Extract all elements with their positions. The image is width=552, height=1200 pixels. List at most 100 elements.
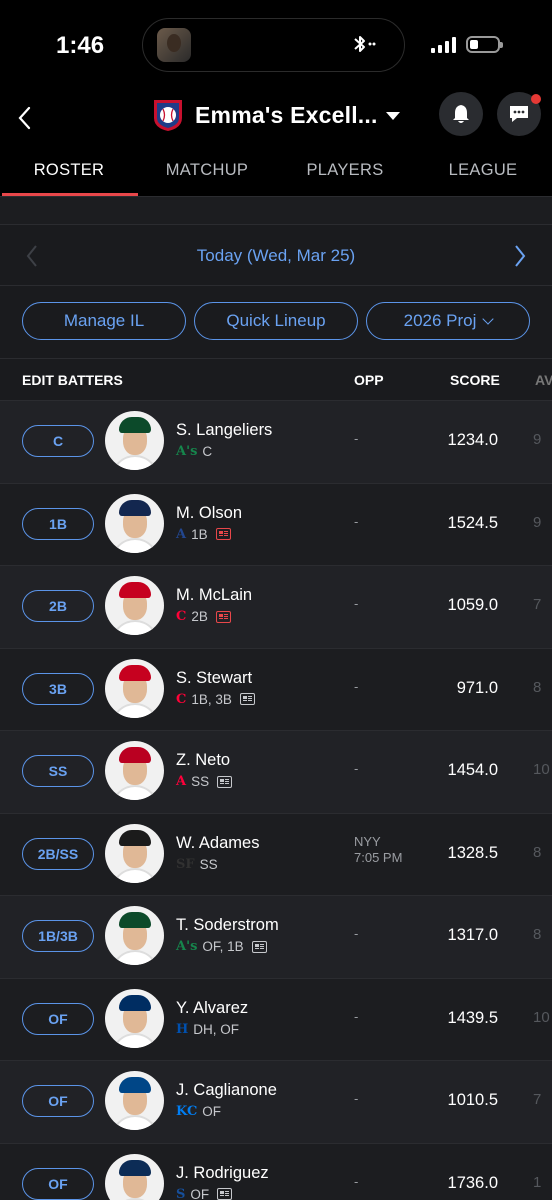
lineup-slot-button[interactable]: C bbox=[22, 425, 94, 457]
lineup-slot-button[interactable]: 1B/3B bbox=[22, 920, 94, 952]
news-icon[interactable] bbox=[217, 775, 233, 788]
player-avg: 1 bbox=[533, 1173, 542, 1191]
tab-league[interactable]: LEAGUE bbox=[414, 152, 552, 196]
opponent-info: - bbox=[354, 926, 358, 942]
table-row[interactable]: SS Z. Neto A SS - 1454.0 10 bbox=[0, 730, 552, 813]
player-avg: 10 bbox=[533, 1008, 550, 1026]
column-header-avg[interactable]: AV bbox=[535, 372, 552, 388]
player-meta: C 2B bbox=[176, 609, 231, 624]
projection-label: 2026 Proj bbox=[403, 311, 477, 330]
team-logo-icon: C bbox=[176, 691, 187, 707]
next-day-chevron-icon[interactable] bbox=[512, 244, 528, 268]
back-chevron-icon[interactable] bbox=[14, 104, 36, 132]
lineup-slot-button[interactable]: OF bbox=[22, 1085, 94, 1117]
opponent-line-1: - bbox=[354, 431, 359, 446]
current-date-label[interactable]: Today (Wed, Mar 25) bbox=[0, 246, 552, 266]
news-icon[interactable] bbox=[215, 610, 231, 623]
quick-lineup-label: Quick Lineup bbox=[226, 311, 326, 330]
table-row[interactable]: 1B M. Olson A 1B -1524.5 9 bbox=[0, 482, 552, 565]
table-row[interactable]: OF J. Rodriguez S OF - 1736.0 1 bbox=[0, 1142, 552, 1200]
table-header: EDIT BATTERS OPP SCORE AV bbox=[0, 358, 552, 400]
table-row[interactable]: 2B/SS W. Adames SF SS NYY 7:05 PM 1328.5 8 bbox=[0, 812, 552, 895]
player-meta: A SS bbox=[176, 774, 233, 789]
player-positions: 2B bbox=[191, 609, 208, 624]
status-time: 1:46 bbox=[56, 32, 105, 59]
cellular-signal-icon bbox=[431, 36, 456, 53]
player-score: 1524.5 bbox=[447, 513, 498, 532]
team-name[interactable]: Emma's Excell... bbox=[195, 102, 378, 129]
news-icon[interactable] bbox=[239, 693, 255, 705]
messages-button[interactable] bbox=[497, 92, 541, 136]
table-row[interactable]: 2B M. McLain C 2B - 1059.0 7 bbox=[0, 565, 552, 648]
opponent-line-1: - bbox=[354, 678, 359, 694]
opponent-info: - bbox=[354, 1009, 358, 1025]
player-avatar[interactable] bbox=[105, 741, 164, 800]
player-avatar[interactable] bbox=[105, 658, 164, 718]
player-avg: 7 bbox=[533, 1091, 542, 1108]
table-row[interactable]: 1B/3B T. Soderstrom A's OF, 1B - 1317.0 8 bbox=[0, 895, 552, 978]
player-name[interactable]: J. Caglianone bbox=[176, 1081, 277, 1100]
quick-lineup-button[interactable]: Quick Lineup bbox=[194, 302, 358, 340]
lineup-slot-button[interactable]: 1B bbox=[22, 507, 94, 540]
player-avatar[interactable] bbox=[105, 1071, 164, 1130]
manage-il-button[interactable]: Manage IL bbox=[22, 302, 186, 340]
player-avatar[interactable] bbox=[105, 493, 164, 553]
player-positions: DH, OF bbox=[193, 1021, 240, 1037]
player-name[interactable]: M. McLain bbox=[176, 586, 252, 605]
news-icon[interactable] bbox=[251, 940, 267, 953]
player-name[interactable]: S. Langeliers bbox=[176, 421, 272, 440]
player-score: 1736.0 bbox=[447, 1173, 498, 1192]
player-avatar[interactable] bbox=[105, 411, 164, 470]
team-logo-icon: C bbox=[176, 609, 187, 624]
player-name[interactable]: Z. Neto bbox=[176, 751, 230, 770]
player-avatar[interactable] bbox=[105, 906, 164, 965]
avatar-cap bbox=[119, 664, 151, 681]
opponent-line-1: - bbox=[354, 926, 359, 941]
column-header-score[interactable]: SCORE bbox=[450, 372, 500, 388]
column-header-edit-batters[interactable]: EDIT BATTERS bbox=[22, 372, 123, 388]
tab-players[interactable]: PLAYERS bbox=[276, 152, 414, 196]
player-name[interactable]: S. Stewart bbox=[176, 669, 252, 688]
player-avatar[interactable] bbox=[105, 823, 164, 883]
table-row[interactable]: C S. Langeliers A's C - 1234.0 9 bbox=[0, 400, 552, 483]
table-row[interactable]: OF Y. Alvarez H DH, OF - 1439.5 10 bbox=[0, 977, 552, 1060]
player-meta: A 1B bbox=[176, 527, 231, 542]
player-name[interactable]: W. Adames bbox=[176, 834, 259, 853]
opponent-line-1: NYY bbox=[354, 833, 381, 849]
opponent-info: - bbox=[354, 1174, 358, 1190]
lineup-slot-button[interactable]: SS bbox=[22, 755, 94, 787]
player-name[interactable]: Y. Alvarez bbox=[176, 999, 248, 1018]
avatar-cap bbox=[119, 582, 151, 598]
lineup-slot-button[interactable]: 3B bbox=[22, 672, 94, 705]
player-name[interactable]: M. Olson bbox=[176, 504, 242, 523]
news-icon[interactable] bbox=[215, 528, 231, 540]
player-positions: SS bbox=[191, 774, 210, 789]
news-icon[interactable] bbox=[217, 1188, 233, 1200]
player-avg: 10 bbox=[533, 761, 550, 778]
player-name[interactable]: J. Rodriguez bbox=[176, 1164, 269, 1183]
table-row[interactable]: OF J. Caglianone KC OF - 1010.5 7 bbox=[0, 1060, 552, 1143]
projection-select[interactable]: 2026 Proj bbox=[366, 302, 530, 340]
team-dropdown-caret-icon[interactable] bbox=[386, 112, 400, 120]
player-avatar[interactable] bbox=[105, 576, 164, 635]
notifications-button[interactable] bbox=[439, 92, 483, 136]
team-logo-icon: SF bbox=[176, 856, 195, 872]
lineup-slot-button[interactable]: 2B/SS bbox=[22, 837, 94, 870]
player-avg: 8 bbox=[533, 843, 542, 861]
player-meta: H DH, OF bbox=[176, 1022, 239, 1037]
lineup-slot-button[interactable]: OF bbox=[22, 1167, 94, 1200]
table-row[interactable]: 3B S. Stewart C 1B, 3B - 971.0 8 bbox=[0, 647, 552, 730]
player-avatar[interactable] bbox=[105, 988, 164, 1048]
player-avatar[interactable] bbox=[105, 1153, 164, 1200]
lineup-slot-button[interactable]: 2B bbox=[22, 590, 94, 622]
opponent-line-1: - bbox=[354, 513, 359, 529]
app-header: Emma's Excell... bbox=[0, 92, 552, 144]
lineup-slot-button[interactable]: OF bbox=[22, 1002, 94, 1035]
opponent-line-1: - bbox=[354, 596, 359, 611]
team-logo-icon: H bbox=[176, 1021, 189, 1037]
column-header-opp[interactable]: OPP bbox=[354, 372, 384, 388]
tab-matchup[interactable]: MATCHUP bbox=[138, 152, 276, 196]
tab-roster[interactable]: ROSTER bbox=[0, 152, 138, 196]
player-name[interactable]: T. Soderstrom bbox=[176, 916, 279, 935]
avatar-cap bbox=[119, 417, 151, 433]
